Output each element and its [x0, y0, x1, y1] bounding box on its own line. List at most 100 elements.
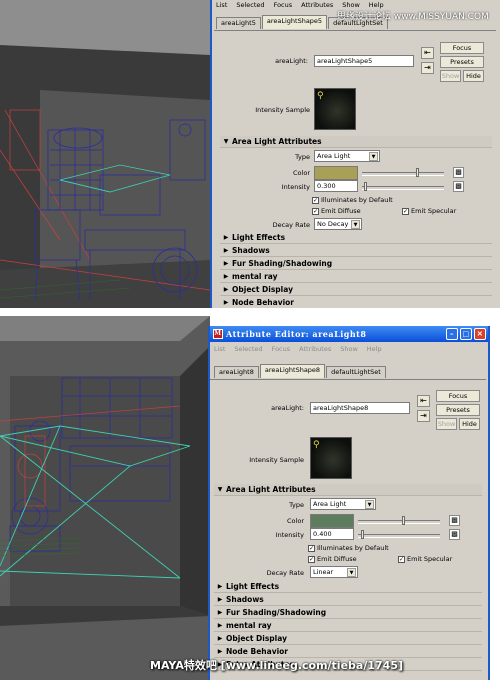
- section-shadows[interactable]: ▶ Shadows: [220, 245, 492, 257]
- menu-list[interactable]: List: [214, 345, 225, 353]
- intensity-map-button[interactable]: ▩: [449, 529, 460, 540]
- intensity-field[interactable]: 0.400: [310, 528, 354, 540]
- tab-defaultlightset[interactable]: defaultLightSet: [326, 366, 386, 378]
- collapse-arrow-icon: ▼: [223, 138, 229, 145]
- section-light-effects[interactable]: ▶ Light Effects: [214, 581, 482, 593]
- decay-rate-dropdown[interactable]: No Decay ▼: [314, 218, 362, 230]
- presets-button[interactable]: Presets: [440, 56, 484, 68]
- expand-arrow-icon: ▶: [223, 234, 229, 241]
- emit-specular-checkbox[interactable]: ✓ Emit Specular: [402, 207, 456, 215]
- section-title: mental ray: [232, 272, 278, 281]
- section-mental-ray[interactable]: ▶ mental ray: [220, 271, 492, 283]
- output-connections-icon[interactable]: ⇥: [421, 62, 434, 74]
- window-titlebar[interactable]: M Attribute Editor: areaLight8 – □ ✕: [210, 326, 488, 342]
- top-screenshot: List Selected Focus Attributes Show Help…: [0, 0, 500, 308]
- presets-button[interactable]: Presets: [436, 404, 480, 416]
- color-swatch[interactable]: [314, 166, 358, 180]
- decay-rate-value: Linear: [313, 568, 334, 576]
- emit-specular-checkbox[interactable]: ✓ Emit Specular: [398, 555, 452, 563]
- illuminates-checkbox[interactable]: ✓ Illuminates by Default: [308, 544, 389, 552]
- minimize-icon[interactable]: –: [446, 328, 458, 340]
- intensity-field[interactable]: 0.300: [314, 180, 358, 192]
- type-dropdown[interactable]: Area Light ▼: [310, 498, 376, 510]
- checkmark-icon: ✓: [312, 207, 319, 215]
- section-area-light-attributes[interactable]: ▼ Area Light Attributes: [220, 136, 492, 148]
- hide-button[interactable]: Hide: [463, 70, 484, 82]
- node-name-field[interactable]: areaLightShape8: [310, 402, 410, 414]
- expand-arrow-icon: ▶: [217, 622, 223, 629]
- section-light-effects[interactable]: ▶ Light Effects: [220, 232, 492, 244]
- scene-render: [0, 0, 210, 308]
- color-slider[interactable]: [358, 516, 440, 525]
- emit-diffuse-checkbox[interactable]: ✓ Emit Diffuse: [308, 555, 357, 563]
- viewport-3d[interactable]: [0, 0, 210, 308]
- emit-specular-label: Emit Specular: [407, 555, 453, 563]
- expand-arrow-icon: ▶: [223, 260, 229, 267]
- hide-button[interactable]: Hide: [459, 418, 480, 430]
- node-name-field[interactable]: areaLightShape5: [314, 55, 414, 67]
- menu-help[interactable]: Help: [369, 1, 384, 9]
- color-swatch[interactable]: [310, 514, 354, 528]
- input-connections-icon[interactable]: ⇤: [421, 47, 434, 59]
- tab-arealight5[interactable]: areaLight5: [216, 17, 261, 29]
- section-shadows[interactable]: ▶ Shadows: [214, 594, 482, 606]
- type-dropdown[interactable]: Area Light ▼: [314, 150, 380, 162]
- menu-attributes[interactable]: Attributes: [301, 1, 333, 9]
- color-map-button[interactable]: ▩: [453, 167, 464, 178]
- chevron-down-icon: ▼: [347, 568, 356, 577]
- section-title: Node Behavior: [226, 647, 289, 656]
- intensity-slider[interactable]: [358, 530, 440, 539]
- input-connections-icon[interactable]: ⇤: [417, 395, 430, 407]
- menu-focus[interactable]: Focus: [274, 1, 293, 9]
- section-object-display[interactable]: ▶ Object Display: [220, 284, 492, 296]
- color-slider-thumb[interactable]: [416, 168, 419, 177]
- color-slider-thumb[interactable]: [402, 516, 405, 525]
- attribute-editor-window: M Attribute Editor: areaLight8 – □ ✕ Lis…: [208, 326, 490, 680]
- section-object-display[interactable]: ▶ Object Display: [214, 633, 482, 645]
- section-title: Shadows: [226, 595, 264, 604]
- emit-diffuse-checkbox[interactable]: ✓ Emit Diffuse: [312, 207, 361, 215]
- menu-list[interactable]: List: [216, 1, 227, 9]
- section-fur-shading[interactable]: ▶ Fur Shading/Shadowing: [220, 258, 492, 270]
- menu-show[interactable]: Show: [340, 345, 358, 353]
- menu-selected[interactable]: Selected: [234, 345, 262, 353]
- tab-arealight8[interactable]: areaLight8: [214, 366, 259, 378]
- menu-selected[interactable]: Selected: [236, 1, 264, 9]
- intensity-map-button[interactable]: ▩: [453, 181, 464, 192]
- color-map-button[interactable]: ▩: [449, 515, 460, 526]
- decay-rate-dropdown[interactable]: Linear ▼: [310, 566, 358, 578]
- node-name-label: areaLight:: [271, 404, 304, 412]
- section-node-behavior[interactable]: ▶ Node Behavior: [220, 297, 492, 308]
- menu-show[interactable]: Show: [342, 1, 360, 9]
- viewport-3d[interactable]: [0, 316, 210, 680]
- chevron-down-icon: ▼: [365, 500, 374, 509]
- menu-bar: List Selected Focus Attributes Show Help: [214, 344, 484, 354]
- intensity-slider-thumb[interactable]: [364, 182, 367, 191]
- menu-help[interactable]: Help: [367, 345, 382, 353]
- expand-arrow-icon: ▶: [217, 596, 223, 603]
- illuminates-checkbox[interactable]: ✓ Illuminates by Default: [312, 196, 393, 204]
- output-connections-icon[interactable]: ⇥: [417, 410, 430, 422]
- menu-focus[interactable]: Focus: [272, 345, 291, 353]
- tab-arealightshape8[interactable]: areaLightShape8: [259, 364, 326, 378]
- color-slider[interactable]: [362, 168, 444, 177]
- show-button[interactable]: Show: [436, 418, 457, 430]
- expand-arrow-icon: ▶: [223, 273, 229, 280]
- maximize-icon[interactable]: □: [460, 328, 472, 340]
- collapse-arrow-icon: ▼: [217, 486, 223, 493]
- section-area-light-attributes[interactable]: ▼ Area Light Attributes: [214, 484, 482, 496]
- intensity-slider-thumb[interactable]: [361, 530, 364, 539]
- tab-arealightshape5[interactable]: areaLightShape5: [261, 15, 328, 29]
- menu-attributes[interactable]: Attributes: [299, 345, 331, 353]
- section-title: Fur Shading/Shadowing: [232, 259, 333, 268]
- checkmark-icon: ✓: [308, 555, 315, 563]
- type-label: Type: [295, 153, 310, 161]
- focus-button[interactable]: Focus: [436, 390, 480, 402]
- focus-button[interactable]: Focus: [440, 42, 484, 54]
- intensity-slider[interactable]: [362, 182, 444, 191]
- close-icon[interactable]: ✕: [474, 328, 486, 340]
- show-button[interactable]: Show: [440, 70, 461, 82]
- section-mental-ray[interactable]: ▶ mental ray: [214, 620, 482, 632]
- section-fur-shading[interactable]: ▶ Fur Shading/Shadowing: [214, 607, 482, 619]
- section-title: Object Display: [226, 634, 287, 643]
